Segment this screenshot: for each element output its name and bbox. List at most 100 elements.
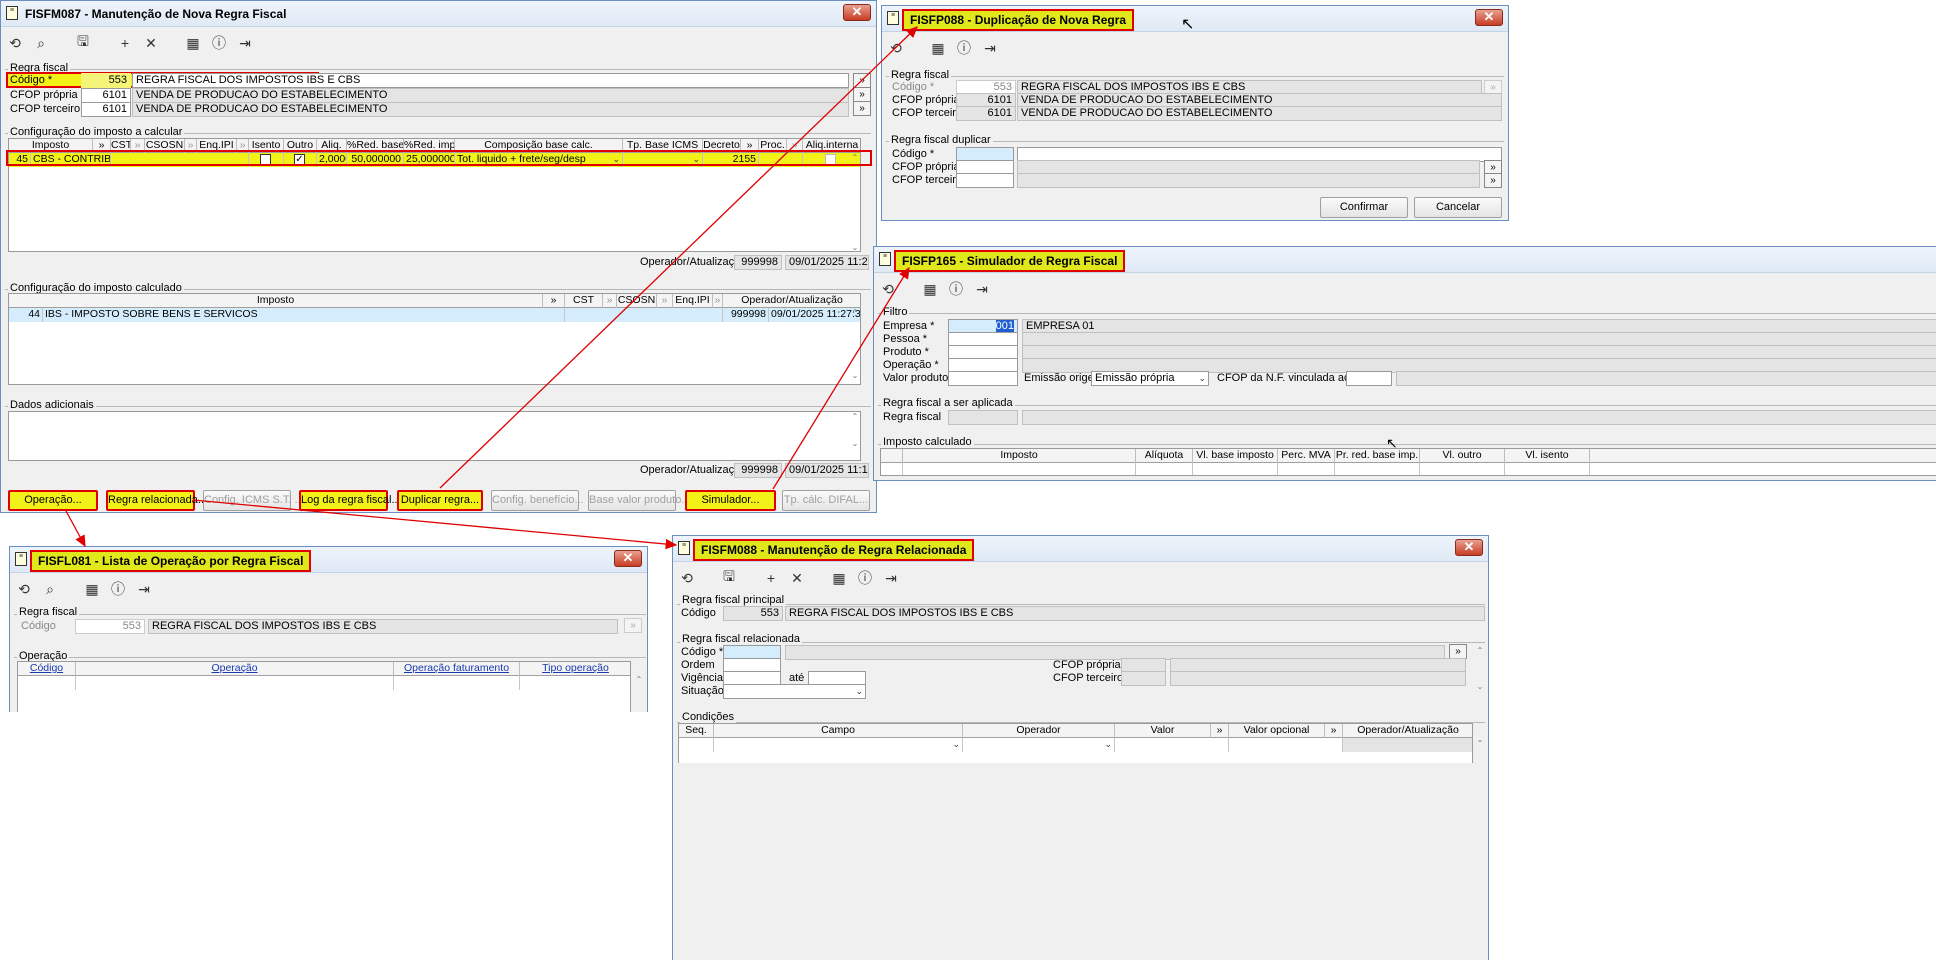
help-icon[interactable]: ⓘ — [209, 33, 229, 53]
col-perc-mva[interactable]: Perc. MVA — [1278, 449, 1335, 463]
scrollbar[interactable]: ⌃ ⌄ — [850, 412, 860, 460]
col-operacao-faturamento[interactable]: Operação faturamento — [394, 662, 520, 676]
col-vl-base[interactable]: Vl. base imposto — [1193, 449, 1278, 463]
calendar-icon[interactable]: ▦ — [928, 40, 948, 57]
campo-select[interactable]: ⌄ — [714, 738, 963, 752]
title-bar[interactable]: ≡ FISFP088 - Duplicação de Nova Regra ✕ — [882, 6, 1508, 32]
title-bar[interactable]: ≡ FISFL081 - Lista de Operação por Regra… — [10, 547, 647, 573]
codigo-desc[interactable]: REGRA FISCAL DOS IMPOSTOS IBS E CBS — [132, 73, 849, 88]
cancelar-button[interactable]: Cancelar — [1414, 197, 1502, 218]
exit-icon[interactable]: ⇥ — [972, 281, 992, 298]
col-csosn[interactable]: CSOSN — [617, 294, 657, 308]
simulador-button[interactable]: Simulador... — [685, 490, 776, 511]
help-icon[interactable]: ⓘ — [954, 38, 974, 58]
scrollbar[interactable]: ⌃ — [634, 675, 644, 705]
col-operador[interactable]: Operador/Atualização — [723, 294, 860, 308]
col-btn[interactable]: » — [657, 294, 673, 308]
calendar-icon[interactable]: ▦ — [829, 570, 849, 587]
col-pr-red-base[interactable]: Pr. red. base imp. — [1335, 449, 1420, 463]
config-beneficio-button[interactable]: Config. benefício... — [491, 490, 584, 511]
operacao-button[interactable]: Operação... — [8, 490, 98, 511]
col-vl-isento[interactable]: Vl. isento — [1505, 449, 1590, 463]
title-bar[interactable]: ≡ FISFP165 - Simulador de Regra Fiscal — [874, 247, 1936, 273]
valor-produto-input[interactable] — [948, 371, 1018, 386]
scrollbar[interactable]: ⌃ ⌄ — [850, 308, 860, 384]
scrollbar[interactable]: ⌃ ⌄ — [1475, 646, 1485, 696]
col-imposto[interactable]: Imposto — [903, 449, 1136, 463]
help-icon[interactable]: ⓘ — [855, 568, 875, 588]
config-icms-button[interactable]: Config. ICMS S.T. ... — [203, 490, 304, 511]
help-icon[interactable]: ⓘ — [108, 579, 128, 599]
refresh-icon[interactable]: ⟲ — [5, 35, 25, 52]
calendar-icon[interactable]: ▦ — [920, 281, 940, 298]
col-codigo[interactable]: Código — [18, 662, 76, 676]
title-bar[interactable]: ≡ FISFM088 - Manutenção de Regra Relacio… — [673, 536, 1488, 562]
add-icon[interactable]: + — [761, 570, 781, 586]
log-regra-button[interactable]: Log da regra fiscal... — [299, 490, 401, 511]
col-tipo-operacao[interactable]: Tipo operação — [520, 662, 630, 676]
col-valor-opcional[interactable]: Valor opcional — [1229, 724, 1325, 738]
codigo-input[interactable]: 553 — [81, 73, 131, 88]
calculado-row[interactable]: 44 IBS - IMPOSTO SOBRE BENS E SERVICOS 9… — [9, 308, 860, 322]
dados-adicionais-textarea[interactable]: ⌃ ⌄ — [8, 411, 861, 461]
col-vl-outro[interactable]: Vl. outro — [1420, 449, 1505, 463]
rel-codigo-lookup-button[interactable]: » — [1449, 644, 1467, 659]
refresh-icon[interactable]: ⟲ — [677, 570, 697, 587]
title-bar[interactable]: ≡ FISFM087 - Manutenção de Nova Regra Fi… — [1, 1, 876, 27]
col-btn[interactable]: » — [603, 294, 617, 308]
exit-icon[interactable]: ⇥ — [980, 40, 1000, 57]
operador-select[interactable]: ⌄ — [963, 738, 1115, 752]
confirmar-button[interactable]: Confirmar — [1320, 197, 1408, 218]
regra-relacionada-button[interactable]: Regra relacionada... — [106, 490, 207, 511]
base-valor-produto-button[interactable]: Base valor produto... — [588, 490, 691, 511]
col-operador-atualizacao[interactable]: Operador/Atualização — [1343, 724, 1472, 738]
cfop-terceiro-lookup-button[interactable]: » — [853, 101, 871, 116]
refresh-icon[interactable]: ⟲ — [14, 581, 34, 598]
operacao-row[interactable] — [18, 676, 630, 690]
duplicar-regra-button[interactable]: Duplicar regra... — [397, 490, 483, 511]
delete-icon[interactable]: ✕ — [141, 35, 161, 52]
col-aliquota[interactable]: Alíquota — [1136, 449, 1193, 463]
col-enq-ipi[interactable]: Enq.IPI — [673, 294, 713, 308]
scrollbar[interactable]: ⌃ — [1475, 739, 1485, 759]
exit-icon[interactable]: ⇥ — [881, 570, 901, 587]
col-operador[interactable]: Operador — [963, 724, 1115, 738]
exit-icon[interactable]: ⇥ — [134, 581, 154, 598]
col-operacao[interactable]: Operação — [76, 662, 394, 676]
col-btn[interactable]: » — [713, 294, 723, 308]
dup-cfop-terceiro-lookup-button[interactable]: » — [1484, 173, 1502, 188]
col-campo[interactable]: Campo — [714, 724, 963, 738]
calendar-icon[interactable]: ▦ — [82, 581, 102, 598]
exit-icon[interactable]: ⇥ — [235, 35, 255, 52]
col-imposto[interactable]: Imposto — [9, 294, 543, 308]
imposto-calculado-row[interactable] — [881, 463, 1936, 475]
close-icon[interactable]: ✕ — [1475, 9, 1503, 26]
emissao-select[interactable]: Emissão própria ⌄ — [1091, 371, 1209, 386]
refresh-icon[interactable]: ⟲ — [886, 40, 906, 57]
col-btn[interactable]: » — [1325, 724, 1343, 738]
tp-calc-difal-button[interactable]: Tp. cálc. DIFAL... — [782, 490, 870, 511]
delete-icon[interactable]: ✕ — [787, 570, 807, 587]
search-icon[interactable]: ⌕ — [40, 581, 60, 598]
close-icon[interactable]: ✕ — [614, 550, 642, 567]
calendar-icon[interactable]: ▦ — [183, 35, 203, 52]
situacao-select[interactable]: ⌄ — [723, 684, 866, 699]
cfop-propria-lookup-button[interactable]: » — [853, 87, 871, 102]
close-icon[interactable]: ✕ — [1455, 539, 1483, 556]
col-btn[interactable]: » — [1211, 724, 1229, 738]
help-icon[interactable]: ⓘ — [946, 279, 966, 299]
close-icon[interactable]: ✕ — [843, 4, 871, 21]
cfop-frete-input[interactable] — [1346, 371, 1392, 386]
col-btn[interactable]: » — [543, 294, 565, 308]
col-valor[interactable]: Valor — [1115, 724, 1211, 738]
col-seq[interactable]: Seq. — [679, 724, 714, 738]
save-icon[interactable]: 🖫 — [73, 31, 93, 55]
save-icon[interactable]: 🖫 — [719, 566, 739, 590]
codigo-lookup-button[interactable]: » — [853, 73, 871, 88]
refresh-icon[interactable]: ⟲ — [878, 281, 898, 298]
col-cst[interactable]: CST — [565, 294, 603, 308]
dup-cfop-terceiro-input[interactable] — [956, 173, 1014, 188]
cfop-terceiro-input[interactable]: 6101 — [81, 102, 131, 117]
add-icon[interactable]: + — [115, 35, 135, 51]
search-icon[interactable]: ⌕ — [31, 35, 51, 52]
